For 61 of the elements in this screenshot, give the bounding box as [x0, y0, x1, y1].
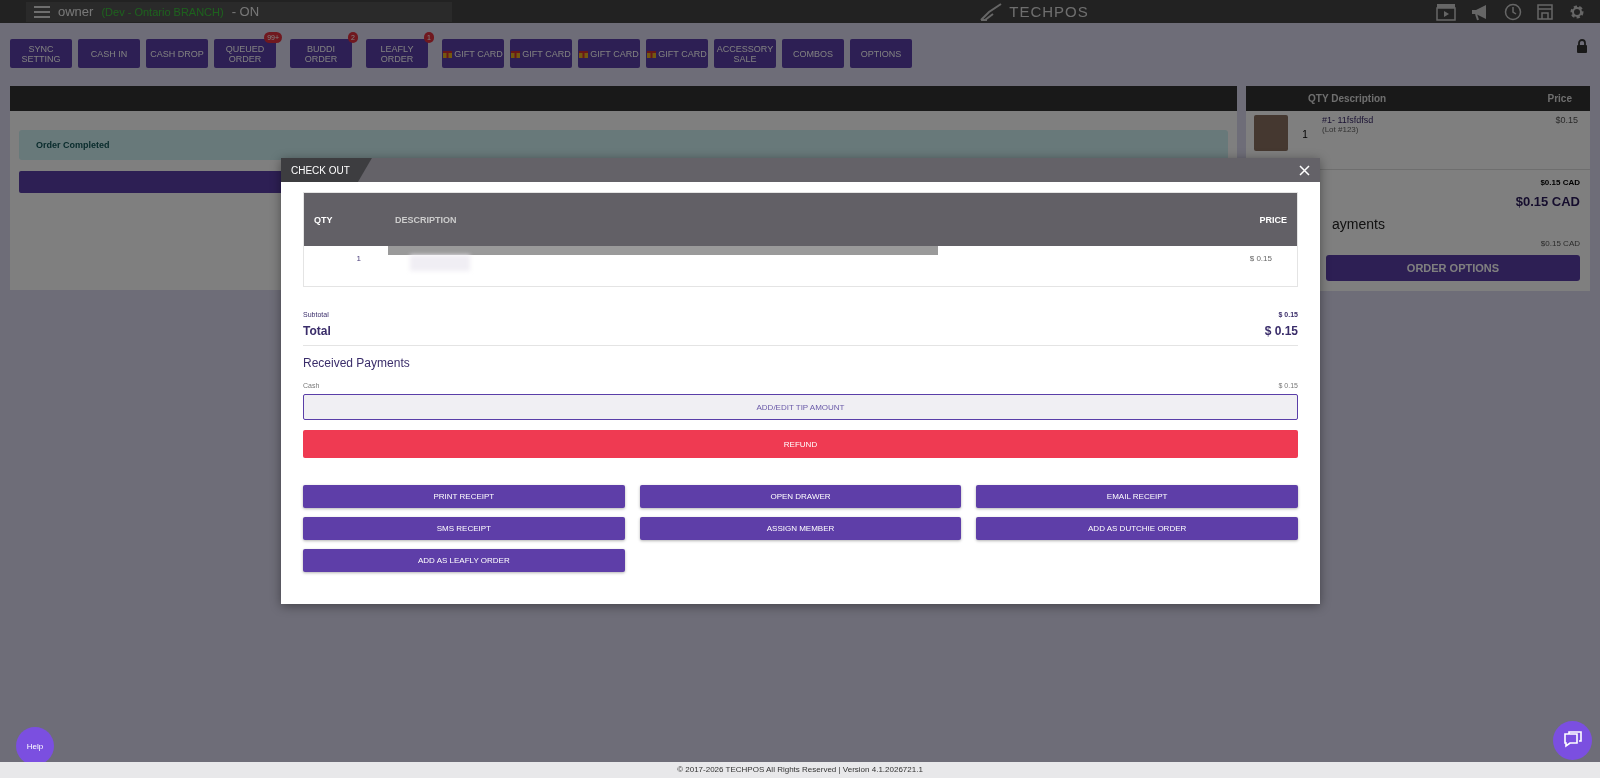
order-completed-alert: Order Completed: [19, 130, 1228, 160]
dialog-title: CHECK OUT: [281, 158, 372, 182]
toolbar-button[interactable]: ACCESSORY SALE: [714, 39, 776, 68]
copyright-text: © 2017-2026 TECHPOS All Rights Reserved | Version 4.1.2026721.1: [0, 762, 1600, 778]
toolbar-button[interactable]: GIFT CARD: [646, 39, 708, 68]
toolbar-button[interactable]: GIFT CARD: [510, 39, 572, 68]
payment-amount: $0.15 CAD: [1540, 239, 1580, 248]
tip-amount-button[interactable]: ADD/EDIT TIP AMOUNT: [303, 394, 1298, 420]
action-button[interactable]: EMAIL RECEIPT: [976, 485, 1298, 508]
total-label: Total: [303, 324, 331, 338]
table-cell: $ 0.15: [1249, 254, 1272, 263]
close-icon[interactable]: [1299, 164, 1310, 176]
payments-heading: ayments: [1332, 216, 1385, 232]
help-button[interactable]: Help: [16, 727, 54, 765]
toolbar-button[interactable]: SYNC SETTING: [10, 39, 72, 68]
action-button[interactable]: PRINT RECEIPT: [303, 485, 625, 508]
column-header: PRICE: [1259, 214, 1287, 225]
status-text: - ON: [231, 4, 260, 19]
gift-icon: [511, 49, 521, 58]
chat-icon[interactable]: [1553, 721, 1592, 760]
toolbar-button[interactable]: BUDDI ORDER: [290, 39, 352, 68]
store-icon[interactable]: [1536, 2, 1554, 21]
toolbar-button[interactable]: GIFT CARD: [578, 39, 640, 68]
lot-number: (Lot #123): [1322, 125, 1360, 134]
clapperboard-icon[interactable]: [1436, 2, 1456, 21]
toolbar-button[interactable]: COMBOS: [782, 39, 844, 68]
redacted-text: [410, 255, 470, 271]
order-options-button[interactable]: ORDER OPTIONS: [1326, 255, 1580, 281]
menu-icon[interactable]: [34, 5, 50, 18]
action-button[interactable]: SMS RECEIPT: [303, 517, 625, 540]
toolbar-button[interactable]: CASH DROP: [146, 39, 208, 68]
action-button[interactable]: OPEN DRAWER: [639, 485, 962, 508]
photo-placeholder: [1254, 115, 1288, 151]
item-price: $0.15: [1555, 115, 1578, 125]
action-button[interactable]: ADD AS LEAFLY ORDER: [303, 549, 625, 572]
toolbar-button[interactable]: QUEUED ORDER: [214, 39, 276, 68]
gift-icon: [647, 49, 657, 58]
column-header: Price: [1547, 93, 1572, 104]
subtotal-amount: $0.15 CAD: [1540, 178, 1580, 187]
action-button[interactable]: ASSIGN MEMBER: [639, 517, 962, 540]
user-name: owner: [58, 4, 94, 19]
table-cell-text: 1: [355, 254, 361, 263]
total-amount: $0.15 CAD: [1515, 194, 1580, 209]
action-button[interactable]: ADD AS DUTCHIE ORDER: [976, 517, 1298, 540]
item-quantity: 1: [1301, 129, 1309, 140]
toolbar-button[interactable]: LEAFLY ORDER: [366, 39, 428, 68]
payments-heading: Received Payments: [303, 356, 411, 370]
refund-button[interactable]: REFUND: [303, 430, 1298, 458]
gift-icon: [443, 49, 453, 58]
total-amount: $ 0.15: [1264, 324, 1298, 338]
toolbar-button[interactable]: CASH IN: [78, 39, 140, 68]
toolbar-button[interactable]: GIFT CARD: [442, 39, 504, 68]
column-header: QTY: [314, 214, 334, 225]
gift-icon: [579, 49, 589, 58]
column-header: QTY Description: [1308, 93, 1387, 104]
column-header: DESCRIPTION: [395, 214, 458, 225]
toolbar-button[interactable]: OPTIONS: [850, 39, 912, 68]
lock-icon[interactable]: [1576, 39, 1588, 53]
item-name: #1- 11fsfdfsd: [1322, 115, 1375, 125]
logo-text: TECHPOS: [1009, 3, 1089, 20]
clock-icon[interactable]: [1504, 2, 1522, 21]
